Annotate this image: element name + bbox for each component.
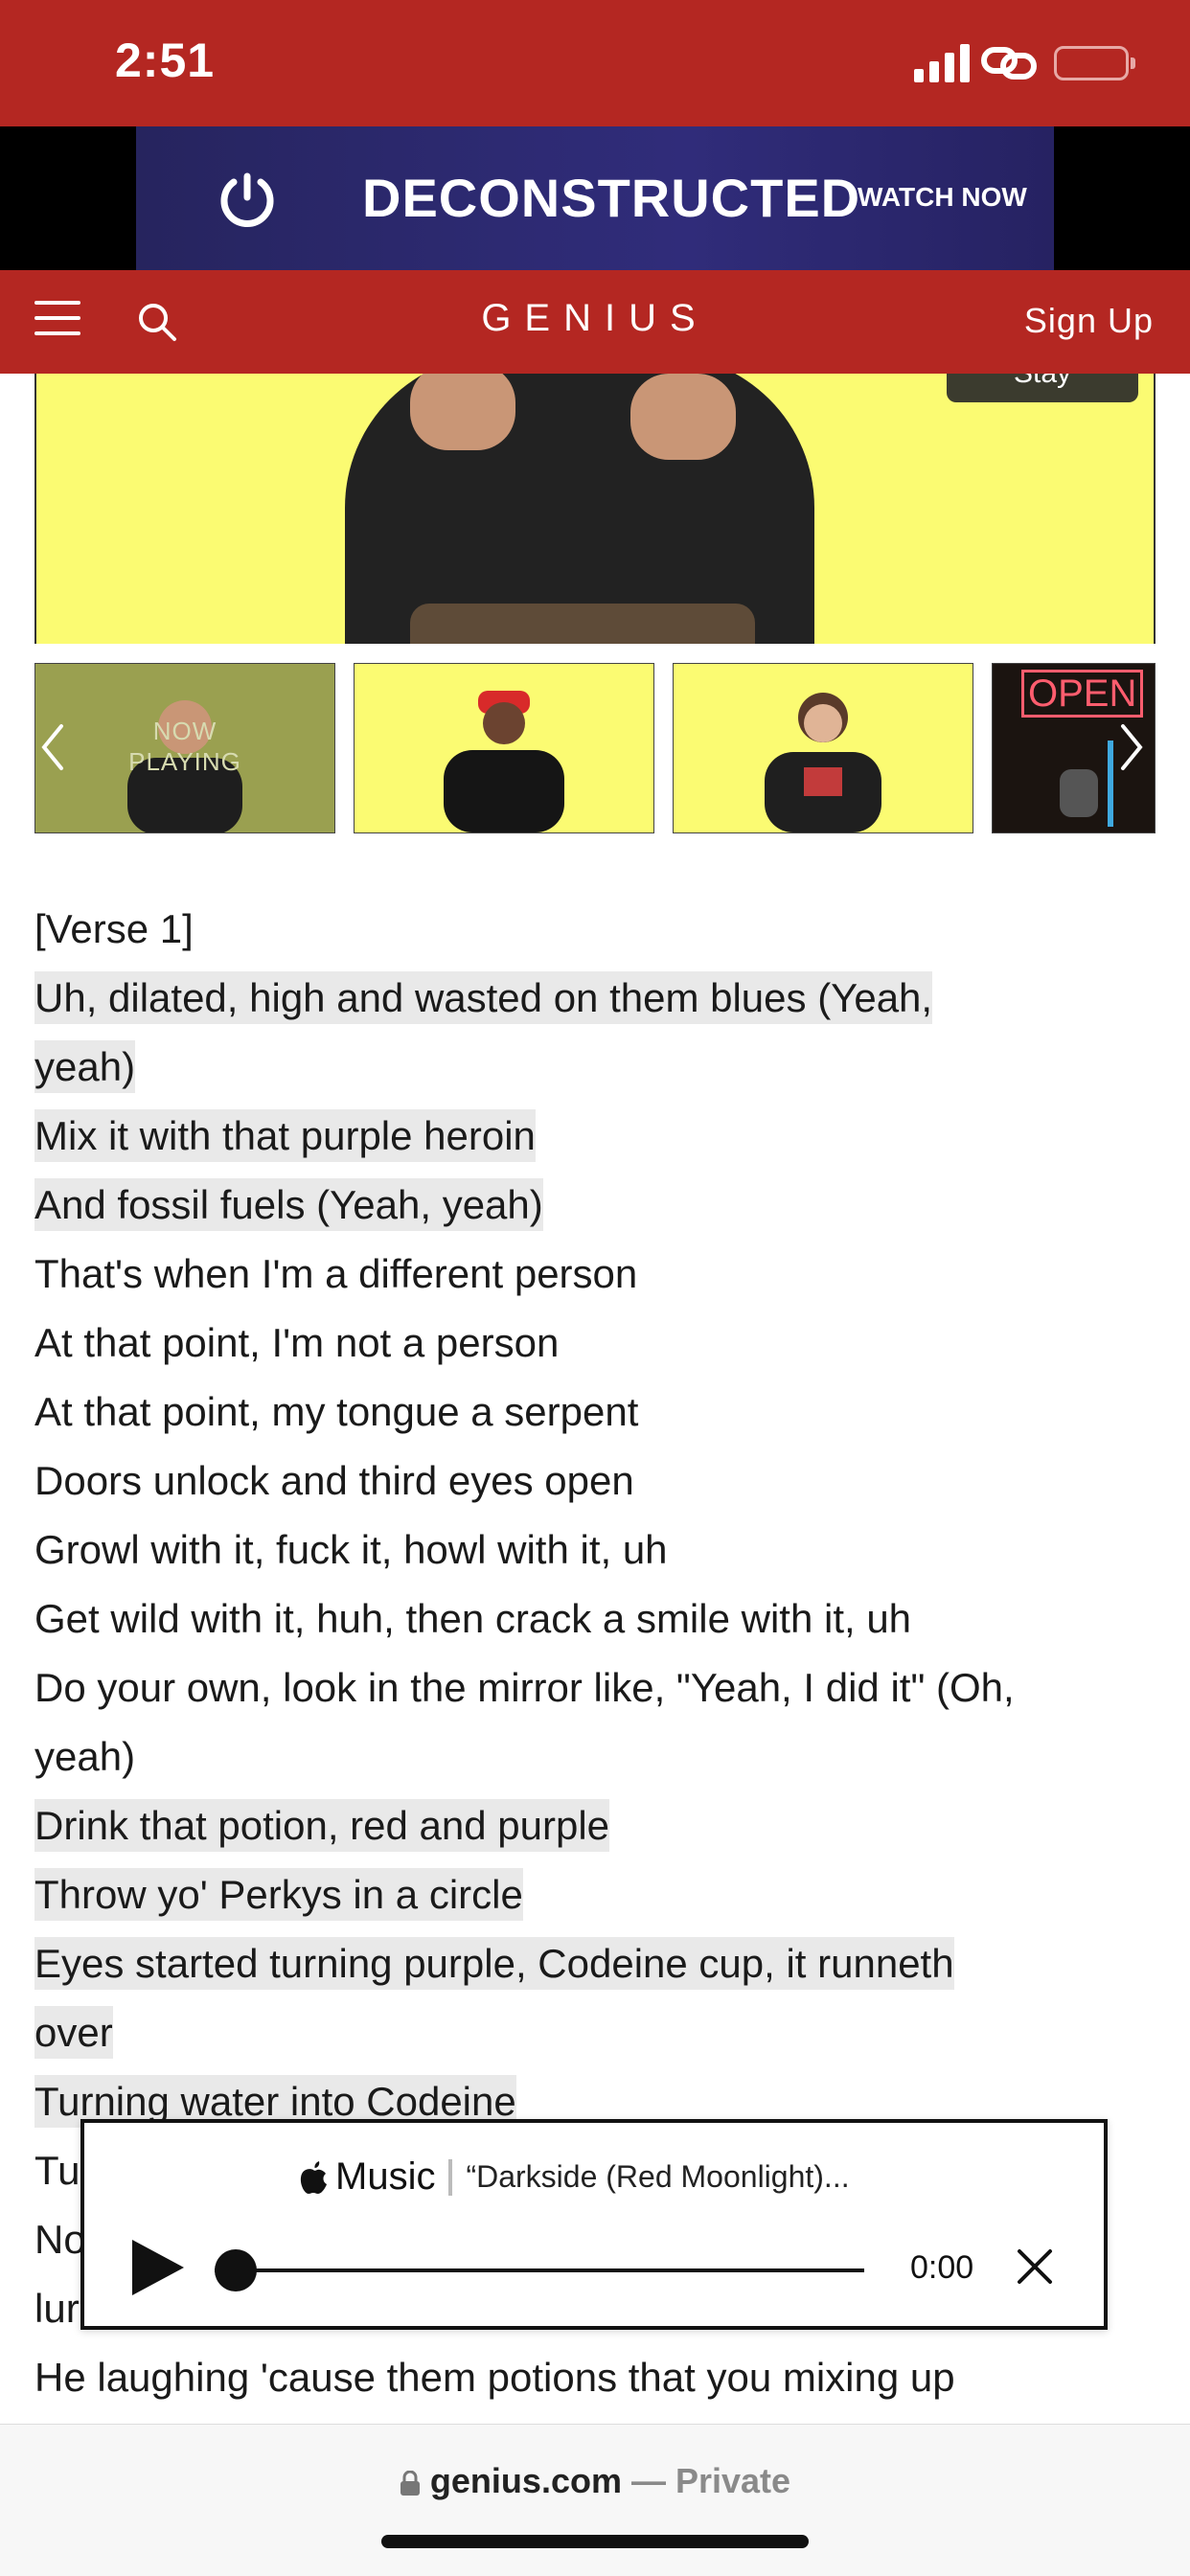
lyric-text: yeah) bbox=[34, 1040, 136, 1093]
lyric-line[interactable]: Drink that potion, red and purple bbox=[34, 1791, 1165, 1860]
lyric-text: over bbox=[34, 2006, 113, 2059]
person-figure-icon bbox=[765, 693, 881, 832]
now-playing-label: NOW PLAYING bbox=[128, 717, 241, 776]
apple-logo-icon bbox=[300, 2160, 327, 2194]
lyric-text: Drink that potion, red and purple bbox=[34, 1799, 610, 1852]
personal-hotspot-icon bbox=[981, 47, 1037, 80]
play-icon[interactable] bbox=[128, 2238, 186, 2297]
open-sign: OPEN bbox=[1021, 670, 1144, 718]
person-figure-icon bbox=[444, 691, 564, 832]
lyric-line[interactable]: Uh, dilated, high and wasted on them blu… bbox=[34, 964, 1165, 1033]
lyric-line: [Verse 1] bbox=[34, 895, 1165, 964]
playback-time: 0:00 bbox=[910, 2249, 974, 2286]
lyric-line[interactable]: And fossil fuels (Yeah, yeah) bbox=[34, 1171, 1165, 1240]
video-pants bbox=[410, 604, 755, 644]
home-indicator[interactable] bbox=[381, 2535, 809, 2548]
lyric-line: Doors unlock and third eyes open bbox=[34, 1447, 1165, 1516]
carousel-thumb-2[interactable] bbox=[354, 663, 654, 833]
lyric-text: Do your own, look in the mirror like, "Y… bbox=[34, 1665, 1015, 1710]
lyric-text: No bbox=[34, 2217, 86, 2262]
ad-banner[interactable]: DECONSTRUCTED WATCH NOW bbox=[0, 126, 1190, 270]
lyric-text: He laughing 'cause them potions that you… bbox=[34, 2355, 955, 2400]
sign-up-link[interactable]: Sign Up bbox=[1024, 301, 1154, 341]
lyric-text: Get wild with it, huh, then crack a smil… bbox=[34, 1596, 912, 1641]
carousel-prev-icon[interactable] bbox=[38, 718, 67, 776]
lyric-text: And fossil fuels (Yeah, yeah) bbox=[34, 1178, 543, 1231]
watch-now-link[interactable]: WATCH NOW bbox=[858, 182, 1027, 213]
lyric-line: At that point, my tongue a serpent bbox=[34, 1378, 1165, 1447]
lyric-line: yeah) bbox=[34, 1722, 1165, 1791]
site-header: GENIUS Sign Up bbox=[0, 270, 1190, 374]
song-title: “Darkside (Red Moonlight)... bbox=[466, 2159, 850, 2194]
lyric-line[interactable]: Mix it with that purple heroin bbox=[34, 1102, 1165, 1171]
status-time: 2:51 bbox=[115, 34, 216, 87]
lyric-text: yeah) bbox=[34, 1734, 136, 1779]
lock-icon bbox=[400, 2471, 420, 2496]
url-domain: genius.com bbox=[429, 2461, 622, 2500]
genius-logo[interactable]: GENIUS bbox=[0, 297, 1190, 340]
lyric-text: Mix it with that purple heroin bbox=[34, 1109, 536, 1162]
lyric-line: Do your own, look in the mirror like, "Y… bbox=[34, 1653, 1165, 1722]
private-mode-label: Private bbox=[675, 2461, 791, 2500]
lyric-line: Get wild with it, huh, then crack a smil… bbox=[34, 1584, 1165, 1653]
video-carousel: NOW PLAYING OPEN bbox=[0, 663, 1190, 833]
video-player[interactable]: Stay bbox=[34, 374, 1156, 644]
progress-track[interactable] bbox=[215, 2268, 864, 2272]
lyric-line: Growl with it, fuck it, howl with it, uh bbox=[34, 1516, 1165, 1584]
player-header: Music “Darkside (Red Moonlight)... bbox=[297, 2155, 850, 2199]
cellular-signal-icon bbox=[914, 44, 970, 82]
lyric-line[interactable]: Eyes started turning purple, Codeine cup… bbox=[34, 1929, 1165, 1998]
lyric-text: [Verse 1] bbox=[34, 906, 194, 951]
lyric-line: That's when I'm a different person bbox=[34, 1240, 1165, 1309]
carousel-thumb-3[interactable] bbox=[673, 663, 973, 833]
lyric-text: Tu bbox=[34, 2148, 80, 2193]
lyric-line[interactable]: yeah) bbox=[34, 1033, 1165, 1102]
video-overlay-label: Stay bbox=[947, 374, 1138, 402]
ad-title: DECONSTRUCTED bbox=[362, 168, 861, 228]
lyric-text: Eyes started turning purple, Codeine cup… bbox=[34, 1937, 954, 1990]
lyric-line: He laughing 'cause them potions that you… bbox=[34, 2343, 1165, 2412]
browser-url-bar[interactable]: genius.com — Private bbox=[0, 2424, 1190, 2576]
lyric-text: At that point, I'm not a person bbox=[34, 1320, 560, 1365]
music-service-label: Music bbox=[335, 2155, 436, 2198]
player-header-divider bbox=[448, 2158, 453, 2196]
lyric-line: At that point, I'm not a person bbox=[34, 1309, 1165, 1378]
lyric-line[interactable]: over bbox=[34, 1998, 1165, 2067]
status-bar: 2:51 bbox=[0, 0, 1190, 126]
lyric-line[interactable]: Throw yo' Perkys in a circle bbox=[34, 1860, 1165, 1929]
lyric-text: lur bbox=[34, 2286, 80, 2331]
video-hand-left bbox=[410, 374, 515, 450]
video-hand-right bbox=[630, 374, 736, 460]
close-icon[interactable] bbox=[1012, 2244, 1058, 2290]
lyric-text: Throw yo' Perkys in a circle bbox=[34, 1868, 523, 1921]
lyric-text: At that point, my tongue a serpent bbox=[34, 1389, 639, 1434]
lyric-text: Uh, dilated, high and wasted on them blu… bbox=[34, 971, 933, 1024]
url-display[interactable]: genius.com — Private bbox=[0, 2461, 1190, 2501]
lyric-text: Growl with it, fuck it, howl with it, uh bbox=[34, 1527, 668, 1572]
url-separator: — bbox=[621, 2461, 675, 2500]
apple-music-player: Music “Darkside (Red Moonlight)... 0:00 bbox=[80, 2119, 1108, 2330]
lyric-text: That's when I'm a different person bbox=[34, 1251, 638, 1296]
power-logo-icon bbox=[220, 172, 274, 227]
progress-knob[interactable] bbox=[215, 2249, 257, 2291]
lyric-text: Doors unlock and third eyes open bbox=[34, 1458, 634, 1503]
carousel-next-icon[interactable] bbox=[1117, 718, 1146, 776]
carousel-thumb-now-playing[interactable]: NOW PLAYING bbox=[34, 663, 335, 833]
battery-icon bbox=[1054, 46, 1135, 80]
